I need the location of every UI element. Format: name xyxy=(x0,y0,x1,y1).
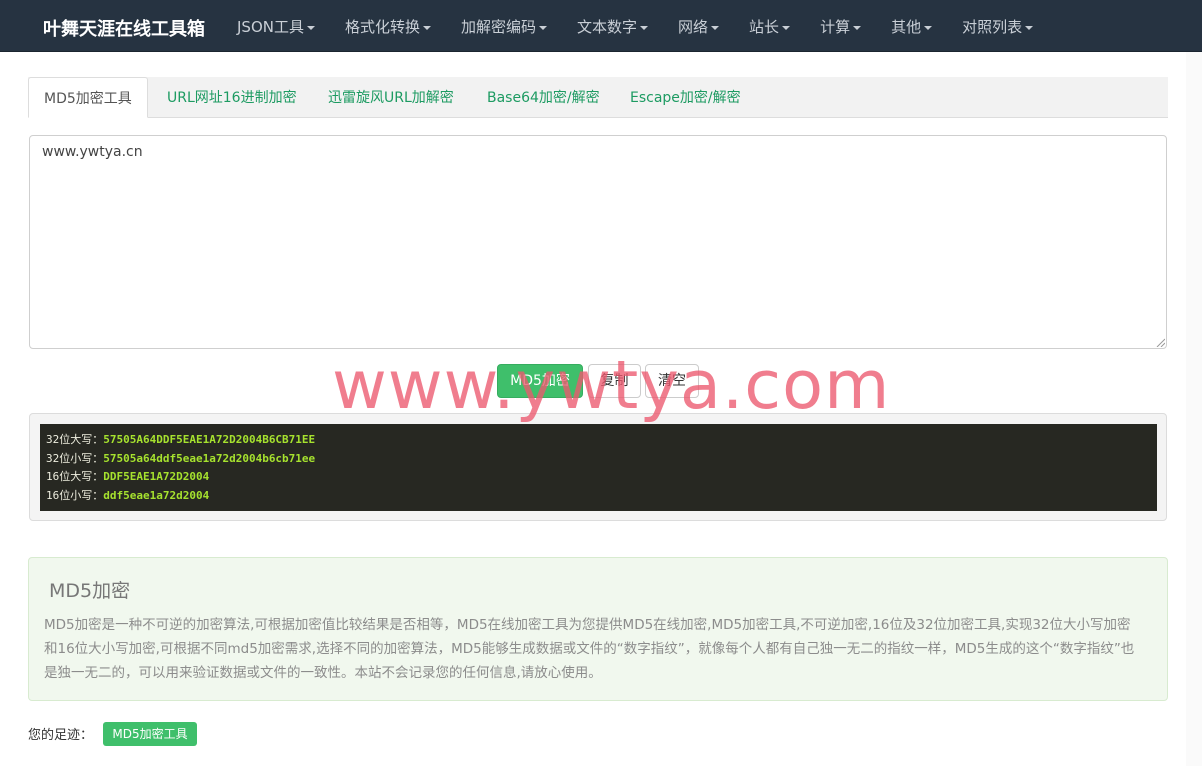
footprint-tag[interactable]: MD5加密工具 xyxy=(103,722,197,746)
nav-label: 文本数字 xyxy=(577,18,638,36)
caret-down-icon xyxy=(640,25,649,30)
caret-down-icon xyxy=(306,25,315,30)
result-label: 32位大写： xyxy=(46,433,104,446)
result-row: 32位小写：57505a64ddf5eae1a72d2004b6cb71ee xyxy=(46,450,1151,469)
result-output[interactable]: 32位大写：57505A64DDF5EAE1A72D2004B6CB71EE 3… xyxy=(40,424,1157,511)
caret-down-icon xyxy=(711,25,720,30)
nav-label: 格式化转换 xyxy=(344,18,420,36)
result-row: 32位大写：57505A64DDF5EAE1A72D2004B6CB71EE xyxy=(46,431,1151,450)
footprint-label: 您的足迹： xyxy=(28,728,94,743)
caret-down-icon xyxy=(423,25,431,30)
caret-down-icon xyxy=(924,25,933,30)
text-input[interactable]: www.ywtya.cn xyxy=(29,135,1167,349)
nav-label: 加解密编码 xyxy=(461,18,537,36)
nav-label: 对照列表 xyxy=(962,18,1023,36)
vertical-scrollbar[interactable] xyxy=(1186,52,1202,766)
result-value: DDF5EAE1A72D2004 xyxy=(103,470,210,483)
result-label: 16位小写： xyxy=(46,488,104,502)
tab-base64[interactable]: Base64加密/解密 xyxy=(487,77,600,118)
nav-label: 计算 xyxy=(820,18,851,36)
info-panel: MD5加密 MD5加密是一种不可逆的加密算法,可根据加密值比较结果是否相等，MD… xyxy=(28,557,1168,701)
clear-button[interactable]: 清空 xyxy=(645,364,699,398)
site-brand[interactable]: 叶舞天涯在线工具箱 xyxy=(43,15,205,41)
tab-url-hex[interactable]: URL网址16进制加密 xyxy=(167,77,297,118)
result-row: 16位大写：DDF5EAE1A72D2004 xyxy=(46,468,1151,487)
nav-item-network[interactable]: 网络 xyxy=(663,0,734,52)
nav-item-calc[interactable]: 计算 xyxy=(805,0,876,52)
result-value: 57505a64ddf5eae1a72d2004b6cb71ee xyxy=(103,451,316,465)
caret-down-icon xyxy=(782,25,791,30)
result-value: ddf5eae1a72d2004 xyxy=(103,488,210,502)
caret-down-icon xyxy=(853,25,862,30)
result-label: 32位小写： xyxy=(46,451,104,465)
nav-item-reference[interactable]: 对照列表 xyxy=(947,0,1048,52)
nav-item-crypto[interactable]: 加解密编码 xyxy=(446,0,562,52)
md5-encrypt-button[interactable]: MD5加密 xyxy=(497,364,583,398)
result-label: 16位大写： xyxy=(46,470,104,483)
nav-menu: JSON工具 格式化转换 加解密编码 文本数字 网络 站长 计算 其他 对照列表 xyxy=(222,0,1048,52)
result-panel: 32位大写：57505A64DDF5EAE1A72D2004B6CB71EE 3… xyxy=(29,413,1167,521)
nav-item-text[interactable]: 文本数字 xyxy=(562,0,663,52)
nav-item-webmaster[interactable]: 站长 xyxy=(734,0,805,52)
result-row: 16位小写：ddf5eae1a72d2004 xyxy=(46,487,1151,506)
result-value: 57505A64DDF5EAE1A72D2004B6CB71EE xyxy=(103,433,316,446)
nav-item-other[interactable]: 其他 xyxy=(876,0,947,52)
copy-button[interactable]: 复制 xyxy=(588,364,641,398)
info-description: MD5加密是一种不可逆的加密算法,可根据加密值比较结果是否相等，MD5在线加密工… xyxy=(44,617,1135,681)
tab-md5[interactable]: MD5加密工具 xyxy=(28,77,148,118)
caret-down-icon xyxy=(1025,25,1034,30)
nav-label: 其他 xyxy=(891,18,922,36)
top-navbar: 叶舞天涯在线工具箱 JSON工具 格式化转换 加解密编码 文本数字 网络 站长 … xyxy=(0,0,1202,52)
tool-tabs: MD5加密工具 URL网址16进制加密 迅雷旋风URL加解密 Base64加密/… xyxy=(28,77,1168,118)
caret-down-icon xyxy=(539,25,548,30)
nav-item-json[interactable]: JSON工具 xyxy=(222,0,330,52)
nav-label: 网络 xyxy=(678,18,709,36)
info-title: MD5加密 xyxy=(49,580,131,602)
nav-label: JSON工具 xyxy=(237,18,304,36)
tab-escape[interactable]: Escape加密/解密 xyxy=(630,77,741,118)
resize-grip-icon[interactable] xyxy=(1155,337,1165,347)
nav-label: 站长 xyxy=(749,18,780,36)
tab-thunder-url[interactable]: 迅雷旋风URL加解密 xyxy=(328,77,454,118)
nav-item-format[interactable]: 格式化转换 xyxy=(330,0,446,52)
